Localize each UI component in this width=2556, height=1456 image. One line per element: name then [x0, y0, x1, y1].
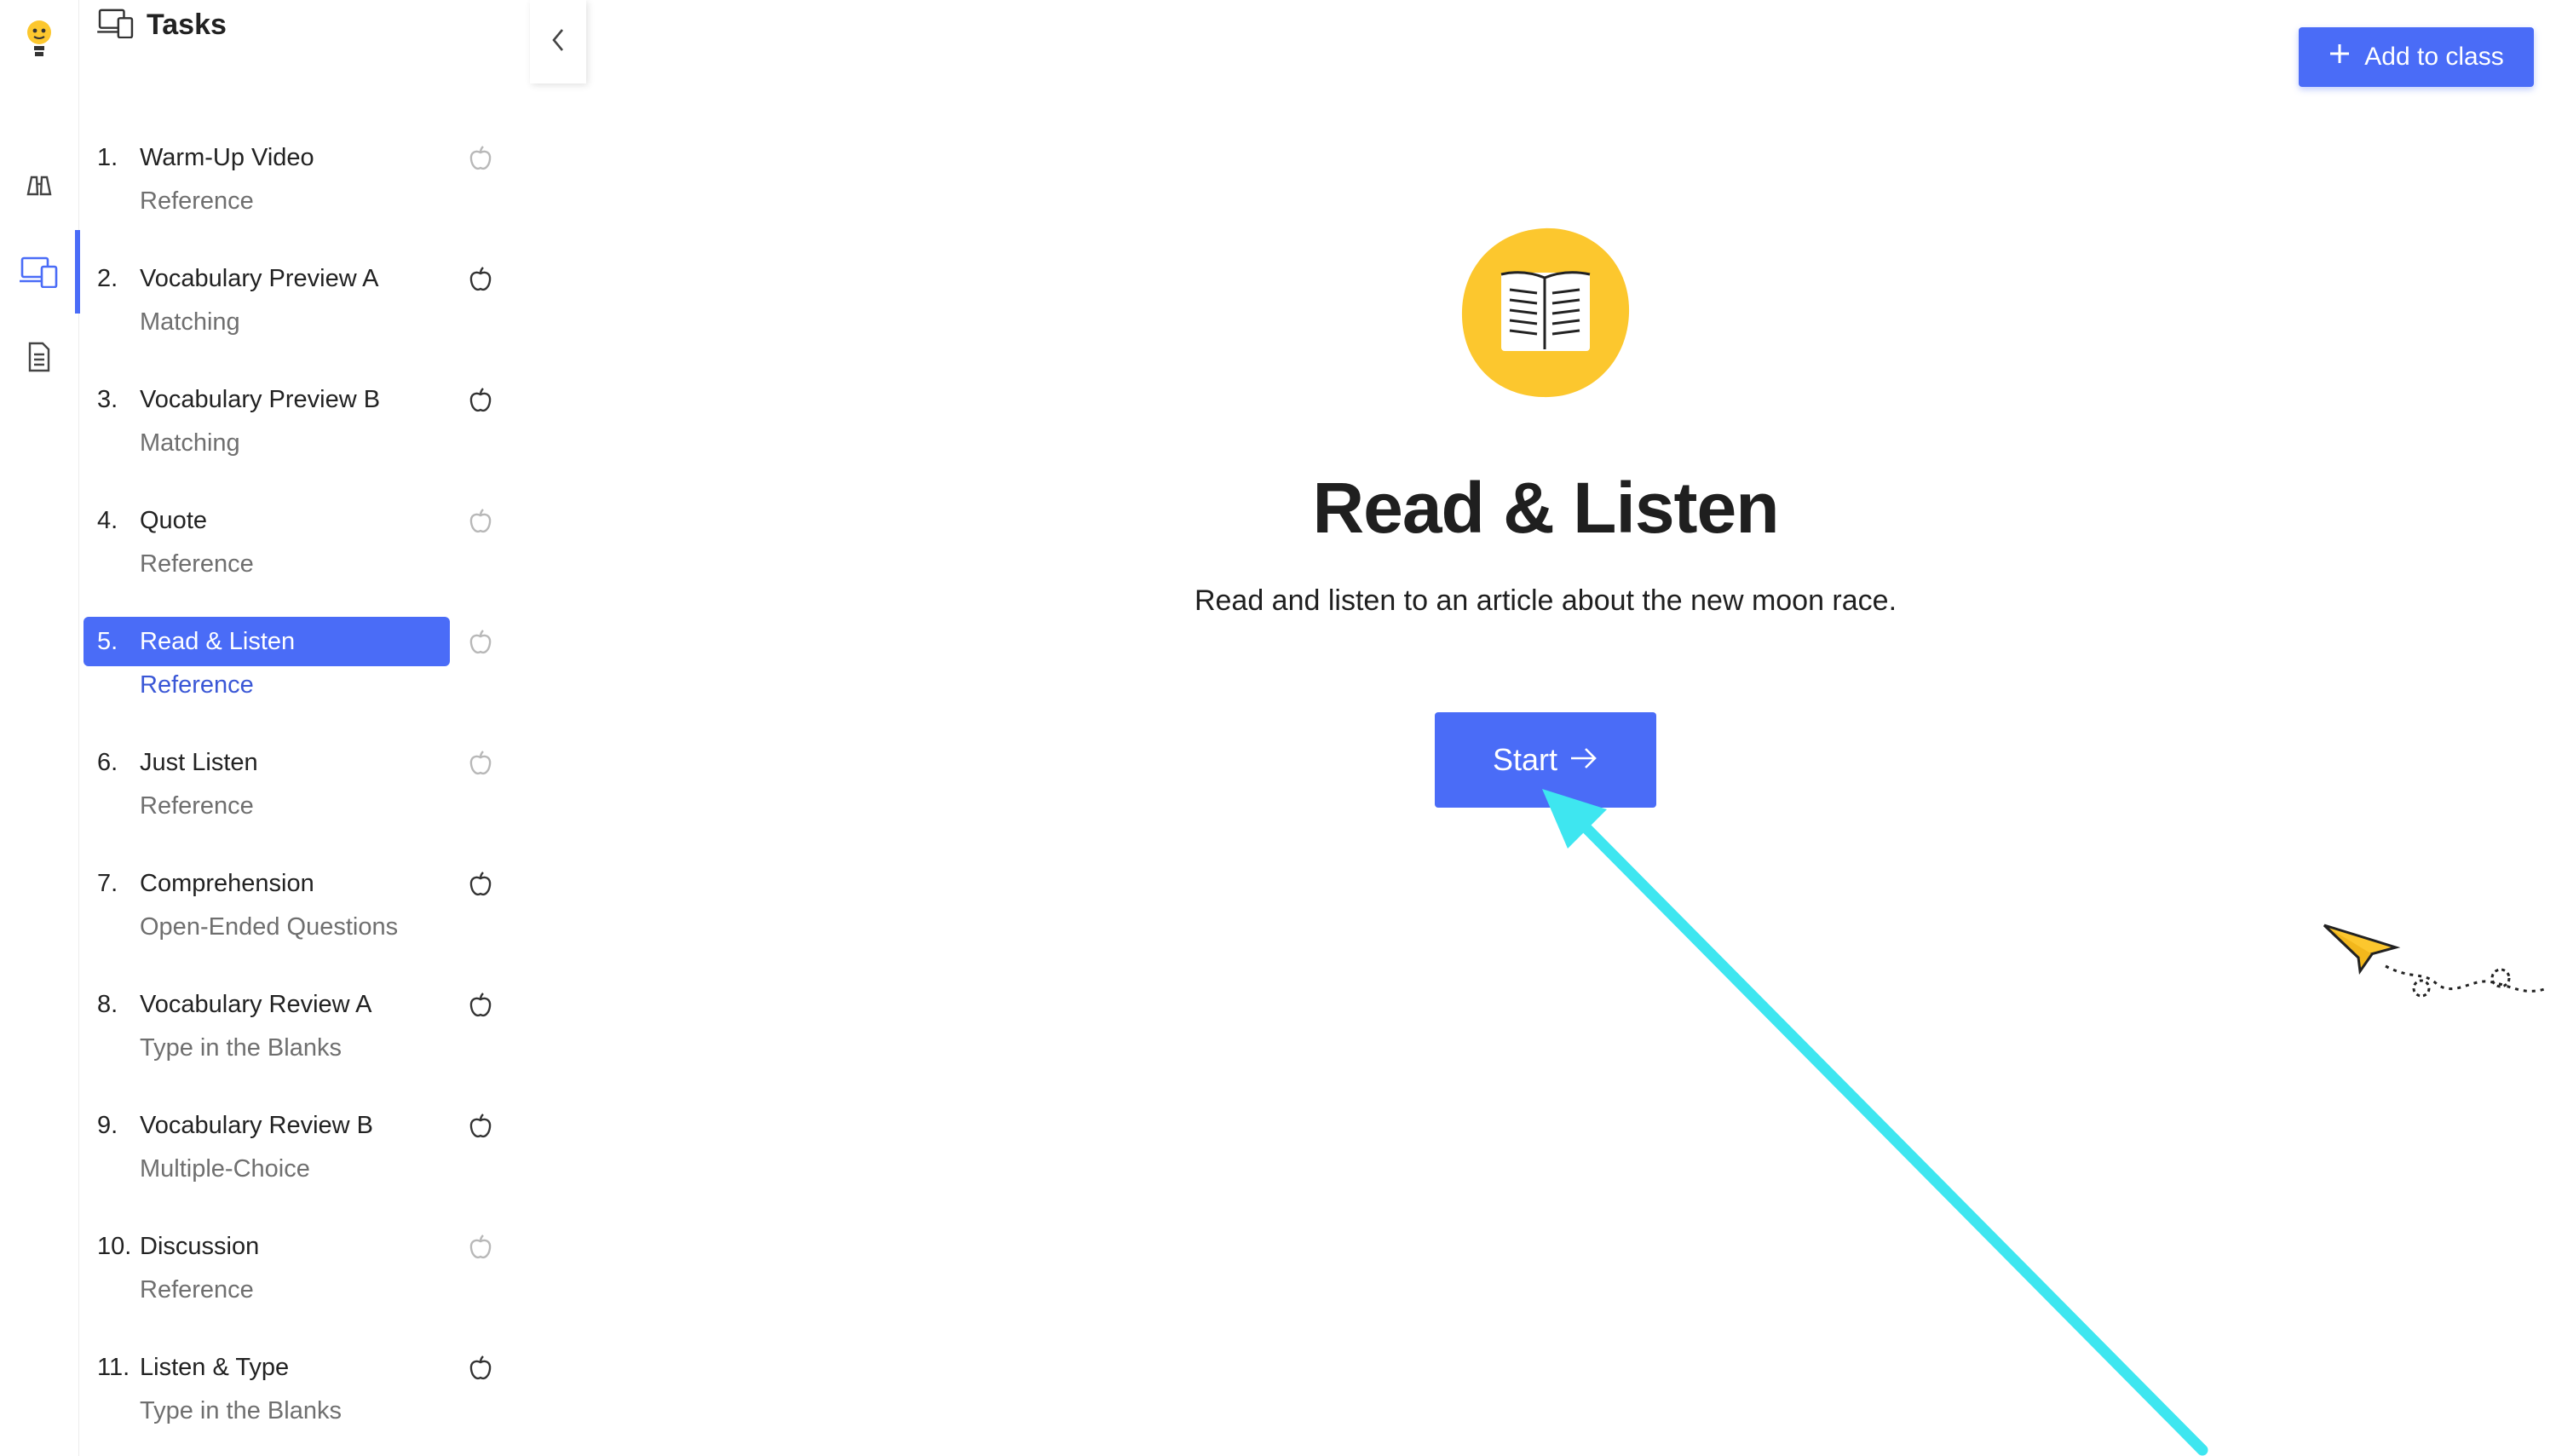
paper-plane-icon	[2323, 924, 2548, 998]
apple-outline-icon	[467, 145, 494, 172]
task-number: 1.	[97, 143, 118, 171]
task-name: Discussion	[140, 1232, 260, 1260]
open-book-icon	[1457, 225, 1632, 400]
task-name: Vocabulary Preview B	[140, 385, 381, 413]
collapse-sidebar-button[interactable]	[530, 0, 586, 83]
task-number: 3.	[97, 385, 118, 413]
task-header[interactable]: 3. Vocabulary Preview B	[83, 375, 450, 424]
task-name: Just Listen	[140, 748, 258, 776]
task-name: Quote	[140, 506, 207, 534]
task-number: 2.	[97, 264, 118, 292]
task-name: Vocabulary Preview A	[140, 264, 379, 292]
task-header[interactable]: 10. Discussion	[83, 1222, 450, 1271]
plus-icon	[2329, 43, 2351, 72]
task-header[interactable]: 11. Listen & Type	[83, 1343, 450, 1392]
task-type: Open-Ended Questions	[140, 913, 399, 941]
task-header[interactable]: 6. Just Listen	[83, 738, 450, 787]
icon-rail	[0, 0, 80, 1456]
task-item[interactable]: 1. Warm-Up Video Reference	[82, 133, 508, 250]
task-type: Reference	[140, 1276, 254, 1303]
task-header[interactable]: 5. Read & Listen	[83, 617, 450, 666]
task-number: 5.	[97, 627, 118, 655]
task-number: 10.	[97, 1232, 132, 1260]
task-header[interactable]: 8. Vocabulary Review A	[83, 980, 450, 1029]
task-type: Matching	[140, 308, 240, 336]
task-type: Multiple-Choice	[140, 1155, 310, 1183]
add-to-class-button[interactable]: Add to class	[2299, 27, 2534, 87]
task-name: Vocabulary Review A	[140, 990, 372, 1018]
task-item[interactable]: 6. Just Listen Reference	[82, 738, 508, 855]
lightbulb-logo-icon[interactable]	[0, 10, 78, 70]
task-header[interactable]: 1. Warm-Up Video	[83, 133, 450, 182]
task-name: Listen & Type	[140, 1353, 290, 1381]
task-header[interactable]: 2. Vocabulary Preview A	[83, 254, 450, 303]
activity-title: Read & Listen	[1312, 468, 1779, 548]
sidebar-header: Tasks	[97, 3, 227, 46]
task-item[interactable]: 4. Quote Reference	[82, 496, 508, 613]
apple-outline-icon	[467, 1234, 494, 1261]
apple-outline-icon	[467, 750, 494, 777]
task-sidebar: Tasks 1. Warm-Up Video Reference 2. Vocabula…	[82, 0, 528, 1456]
task-header[interactable]: 4. Quote	[83, 496, 450, 545]
task-item[interactable]: 5. Read & Listen Reference	[82, 617, 508, 734]
apple-icon	[467, 992, 494, 1019]
task-type: Type in the Blanks	[140, 1034, 342, 1062]
task-number: 4.	[97, 506, 118, 534]
start-label: Start	[1492, 742, 1558, 777]
task-type: Reference	[140, 187, 254, 215]
task-header[interactable]: 7. Comprehension	[83, 859, 450, 908]
apple-icon	[467, 1355, 494, 1382]
apple-icon	[467, 871, 494, 898]
task-type: Reference	[140, 671, 254, 699]
page: Tasks 1. Warm-Up Video Reference 2. Vocabula…	[0, 0, 2556, 1456]
task-item[interactable]: 7. Comprehension Open-Ended Questions	[82, 859, 508, 976]
task-name: Vocabulary Review B	[140, 1111, 374, 1139]
apple-icon	[467, 266, 494, 293]
arrow-right-icon	[1569, 742, 1598, 778]
task-number: 6.	[97, 748, 118, 776]
task-type: Reference	[140, 550, 254, 578]
task-name: Warm-Up Video	[140, 143, 314, 171]
activity-description: Read and listen to an article about the …	[1194, 584, 1897, 617]
sidebar-title: Tasks	[147, 8, 227, 41]
annotation-arrow	[1542, 789, 2208, 1456]
task-item[interactable]: 3. Vocabulary Preview B Matching	[82, 375, 508, 492]
task-header[interactable]: 9. Vocabulary Review B	[83, 1101, 450, 1150]
task-item[interactable]: 10. Discussion Reference	[82, 1222, 508, 1339]
task-type: Type in the Blanks	[140, 1397, 342, 1424]
task-number: 8.	[97, 990, 118, 1018]
task-number: 11.	[97, 1353, 130, 1381]
task-item[interactable]: 11. Listen & Type Type in the Blanks	[82, 1343, 508, 1456]
apple-icon	[467, 387, 494, 414]
apple-outline-icon	[467, 629, 494, 656]
task-number: 9.	[97, 1111, 118, 1139]
task-item[interactable]: 9. Vocabulary Review B Multiple-Choice	[82, 1101, 508, 1218]
apple-outline-icon	[467, 508, 494, 535]
devices-icon[interactable]	[0, 230, 80, 314]
task-name: Comprehension	[140, 869, 314, 897]
task-number: 7.	[97, 869, 118, 897]
add-to-class-label: Add to class	[2364, 43, 2504, 71]
document-icon[interactable]	[0, 327, 78, 387]
devices-icon	[97, 8, 135, 43]
chevron-left-icon	[550, 26, 567, 58]
start-button[interactable]: Start	[1435, 712, 1656, 808]
binoculars-icon[interactable]	[0, 155, 78, 215]
task-item[interactable]: 8. Vocabulary Review A Type in the Blanks	[82, 980, 508, 1097]
task-item[interactable]: 2. Vocabulary Preview A Matching	[82, 254, 508, 371]
apple-icon	[467, 1113, 494, 1140]
task-type: Reference	[140, 792, 254, 820]
task-name: Read & Listen	[140, 627, 296, 655]
task-type: Matching	[140, 429, 240, 457]
